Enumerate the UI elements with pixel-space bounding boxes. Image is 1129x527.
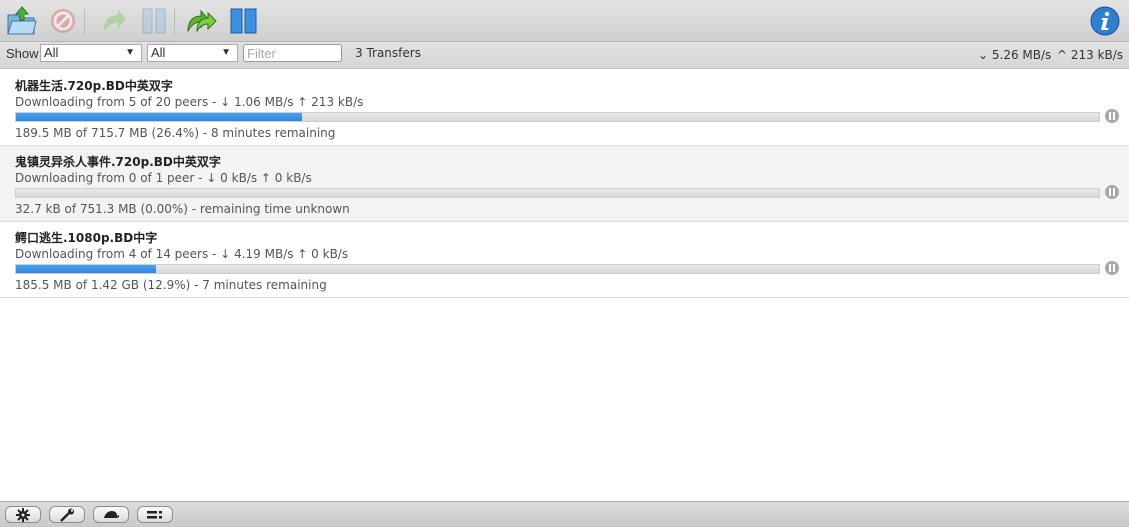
torrent-row[interactable]: 鳄口逃生.1080p.BD中字 Downloading from 4 of 14… [0, 222, 1129, 298]
preferences-button[interactable] [49, 506, 85, 523]
torrent-name: 鳄口逃生.1080p.BD中字 [15, 231, 158, 245]
show-label: Show [6, 46, 39, 61]
filter-input[interactable] [243, 44, 342, 62]
compact-view-button[interactable] [137, 506, 173, 523]
pause-icon [142, 8, 166, 34]
dropdown-arrow-icon: ▼ [221, 47, 231, 58]
progress-fill [16, 113, 302, 121]
torrent-peer-status: Downloading from 5 of 20 peers - ↓ 1.06 … [15, 95, 364, 109]
wrench-icon [60, 508, 74, 522]
remove-torrent-button[interactable] [47, 5, 79, 37]
transmission-web-app: Show All ▼ All ▼ 3 Transfers ⌄ 5.26 MB/s… [0, 0, 1129, 527]
inspector-button[interactable] [1090, 6, 1122, 38]
total-upload-speed: ^ 213 kB/s [1057, 48, 1123, 62]
torrent-row[interactable]: 机器生活.720p.BD中英双字 Downloading from 5 of 2… [0, 70, 1129, 146]
toolbar-separator [84, 9, 85, 35]
bottom-bar [0, 501, 1129, 527]
pause-all-icon [230, 8, 257, 34]
resume-all-button[interactable] [186, 5, 218, 37]
pause-torrent-button[interactable] [1105, 185, 1119, 199]
state-filter-select[interactable]: All ▼ [40, 44, 142, 62]
download-arrow-icon: ⌄ [978, 48, 989, 62]
pause-torrent-button[interactable] [1105, 261, 1119, 275]
torrent-row[interactable]: 鬼镇灵异杀人事件.720p.BD中英双字 Downloading from 0 … [0, 146, 1129, 222]
progress-fill [16, 265, 156, 273]
resume-icon [104, 10, 126, 31]
transfer-count: 3 Transfers [355, 46, 421, 60]
upload-arrow-icon: ^ [1057, 48, 1068, 62]
open-folder-icon [7, 6, 37, 35]
turtle-mode-button[interactable] [93, 506, 129, 523]
toolbar-separator [174, 9, 175, 35]
open-torrent-button[interactable] [6, 5, 38, 37]
torrent-progress-text: 185.5 MB of 1.42 GB (12.9%) - 7 minutes … [15, 278, 327, 292]
torrent-peer-status: Downloading from 4 of 14 peers - ↓ 4.19 … [15, 247, 349, 261]
state-filter-value: All [44, 45, 59, 60]
torrent-name: 机器生活.720p.BD中英双字 [15, 79, 173, 93]
torrent-peer-status: Downloading from 0 of 1 peer - ↓ 0 kB/s … [15, 171, 312, 185]
tracker-filter-value: All [151, 45, 166, 60]
total-download-speed: ⌄ 5.26 MB/s [978, 48, 1051, 62]
tracker-filter-select[interactable]: All ▼ [147, 44, 238, 62]
pause-selected-button[interactable] [139, 5, 171, 37]
pause-torrent-button[interactable] [1105, 109, 1119, 123]
pause-all-button[interactable] [228, 5, 260, 37]
list-view-icon [147, 510, 162, 518]
info-icon [1090, 6, 1120, 36]
turtle-icon [104, 510, 119, 518]
torrent-list: 机器生活.720p.BD中英双字 Downloading from 5 of 2… [0, 70, 1129, 298]
dropdown-arrow-icon: ▼ [125, 47, 135, 58]
download-speed-value: 5.26 MB/s [991, 48, 1052, 62]
torrent-progress-bar [15, 188, 1100, 198]
torrent-name: 鬼镇灵异杀人事件.720p.BD中英双字 [15, 155, 221, 169]
resume-all-icon [187, 9, 217, 33]
torrent-progress-text: 189.5 MB of 715.7 MB (26.4%) - 8 minutes… [15, 126, 336, 140]
filter-bar: Show All ▼ All ▼ 3 Transfers ⌄ 5.26 MB/s… [0, 42, 1129, 69]
gear-icon [16, 507, 30, 522]
torrent-progress-bar [15, 112, 1100, 122]
upload-speed-value: 213 kB/s [1070, 48, 1124, 62]
remove-icon [51, 9, 75, 33]
torrent-progress-text: 32.7 kB of 751.3 MB (0.00%) - remaining … [15, 202, 350, 216]
settings-button[interactable] [5, 506, 41, 523]
torrent-progress-bar [15, 264, 1100, 274]
resume-selected-button[interactable] [98, 5, 130, 37]
toolbar [0, 0, 1129, 42]
